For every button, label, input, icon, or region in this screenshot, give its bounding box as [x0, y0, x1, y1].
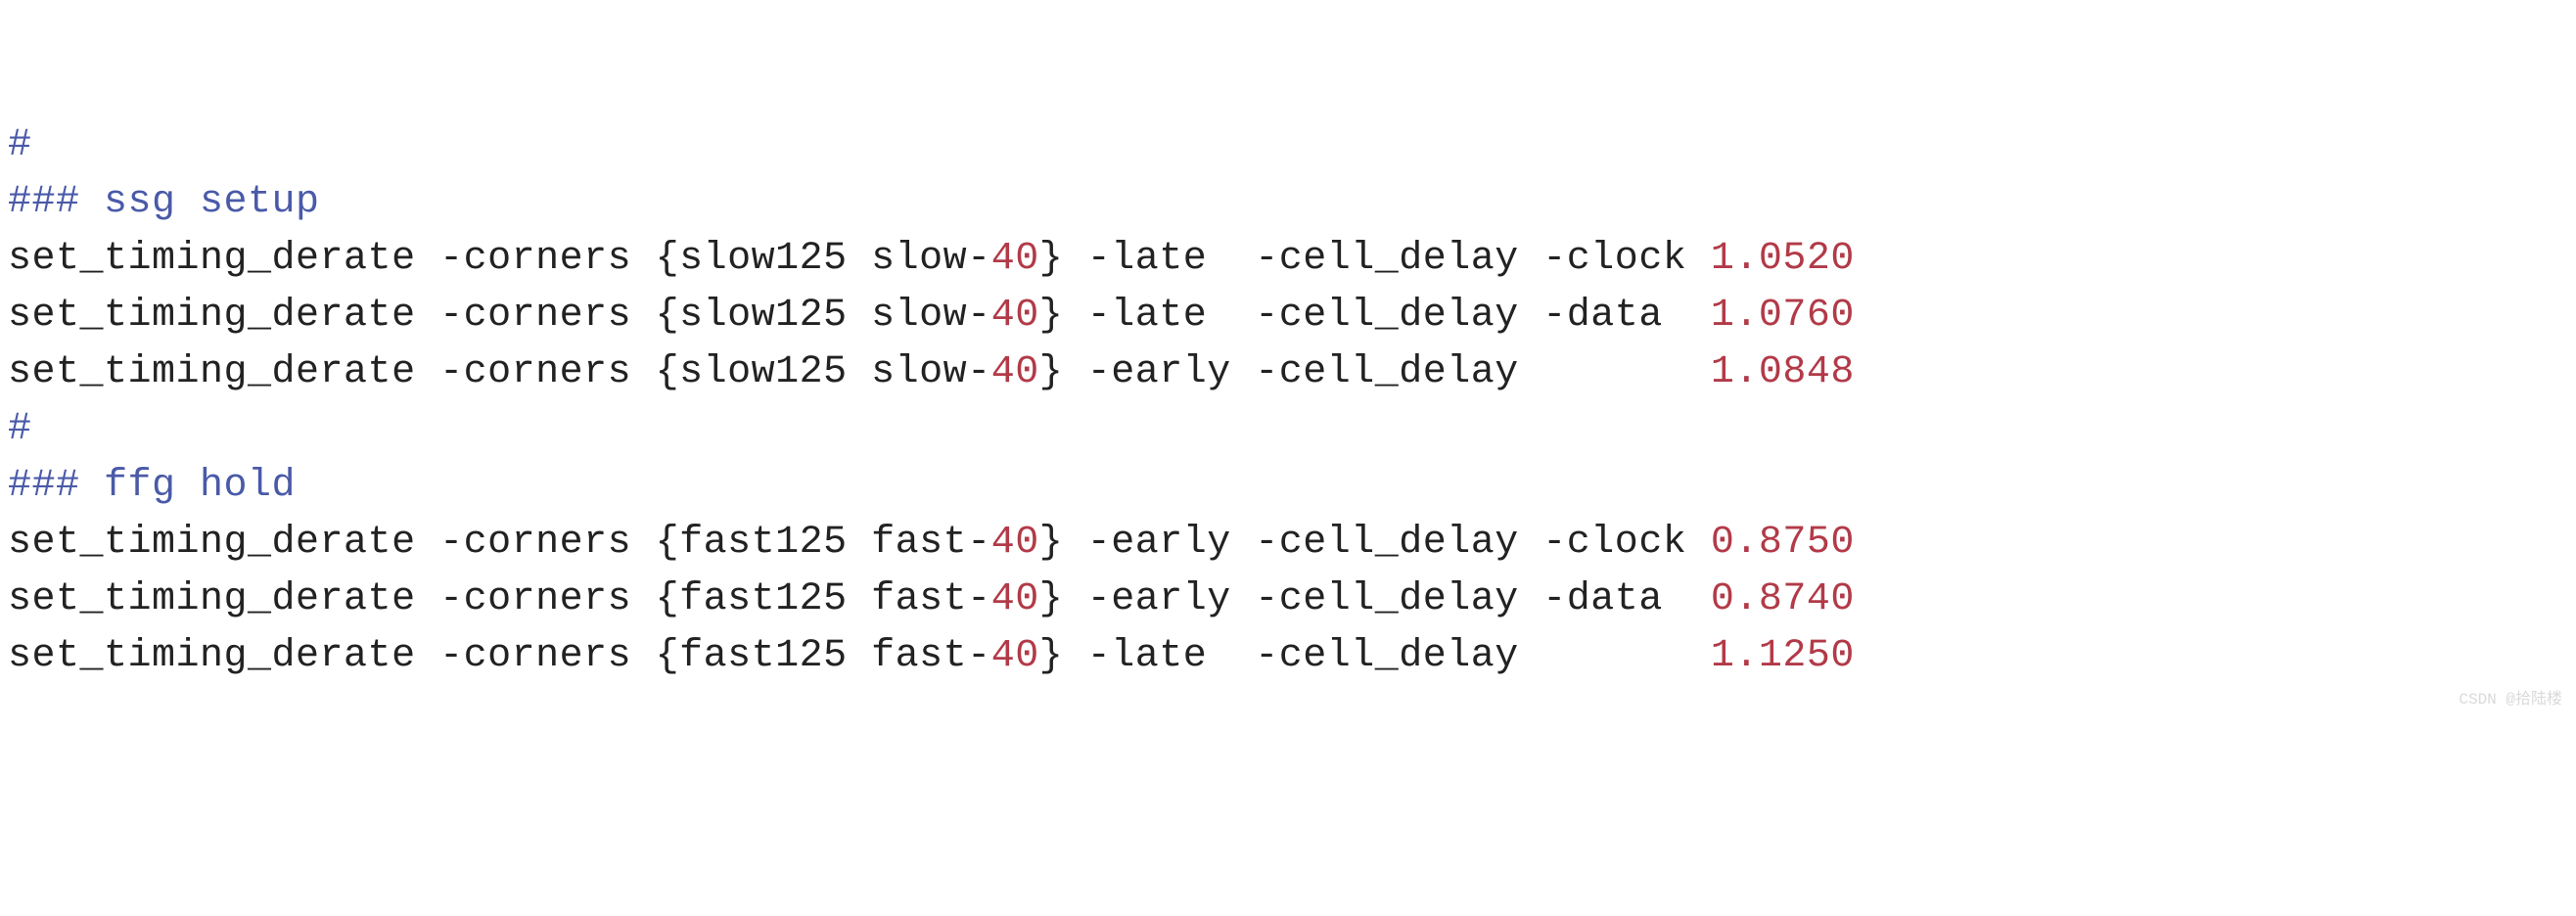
brace: } [1039, 521, 1064, 565]
corner-temp: 40 [991, 294, 1039, 338]
value: 0.8750 [1711, 521, 1855, 565]
derate-cmd: set_timing_derate -corners [8, 294, 656, 338]
flags: -late -cell_delay [1063, 634, 1711, 678]
brace: { [656, 294, 680, 338]
derate-cmd: set_timing_derate -corners [8, 577, 656, 621]
comment-line: # [8, 407, 32, 451]
value: 1.0520 [1711, 237, 1855, 281]
derate-cmd: set_timing_derate -corners [8, 237, 656, 281]
corner-list: fast125 fast- [679, 577, 991, 621]
corner-list: slow125 slow- [679, 237, 991, 281]
derate-cmd: set_timing_derate -corners [8, 350, 656, 394]
corner-temp: 40 [991, 577, 1039, 621]
flags: -early -cell_delay -data [1063, 577, 1711, 621]
brace: { [656, 237, 680, 281]
corner-temp: 40 [991, 350, 1039, 394]
flags: -early -cell_delay -clock [1063, 521, 1711, 565]
corner-list: fast125 fast- [679, 521, 991, 565]
brace: } [1039, 237, 1064, 281]
brace: } [1039, 634, 1064, 678]
corner-list: slow125 slow- [679, 350, 991, 394]
section-header-ssg: ### ssg setup [8, 180, 320, 224]
value: 1.0848 [1711, 350, 1855, 394]
value: 1.1250 [1711, 634, 1855, 678]
brace: { [656, 577, 680, 621]
derate-cmd: set_timing_derate -corners [8, 521, 656, 565]
brace: { [656, 350, 680, 394]
code-block: # ### ssg setup set_timing_derate -corne… [8, 117, 2568, 685]
watermark: CSDN @拾陆楼 [2459, 689, 2562, 711]
brace: } [1039, 577, 1064, 621]
value: 0.8740 [1711, 577, 1855, 621]
brace: } [1039, 350, 1064, 394]
brace: { [656, 634, 680, 678]
comment-line: # [8, 123, 32, 167]
brace: { [656, 521, 680, 565]
corner-list: slow125 slow- [679, 294, 991, 338]
corner-temp: 40 [991, 634, 1039, 678]
value: 1.0760 [1711, 294, 1855, 338]
flags: -late -cell_delay -clock [1063, 237, 1711, 281]
section-header-ffg: ### ffg hold [8, 464, 296, 508]
corner-list: fast125 fast- [679, 634, 991, 678]
corner-temp: 40 [991, 237, 1039, 281]
corner-temp: 40 [991, 521, 1039, 565]
brace: } [1039, 294, 1064, 338]
flags: -early -cell_delay [1063, 350, 1711, 394]
flags: -late -cell_delay -data [1063, 294, 1711, 338]
derate-cmd: set_timing_derate -corners [8, 634, 656, 678]
